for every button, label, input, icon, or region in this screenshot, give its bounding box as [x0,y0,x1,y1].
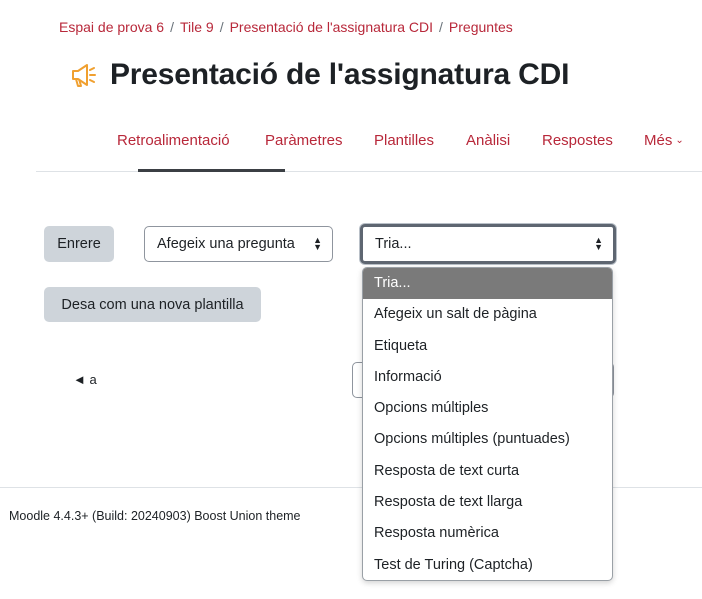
dropdown-option[interactable]: Resposta de text llarga [363,487,612,518]
dropdown-option[interactable]: Resposta de text curta [363,456,612,487]
dropdown-option[interactable]: Afegeix un salt de pàgina [363,299,612,330]
save-as-template-button[interactable]: Desa com una nova plantilla [44,287,261,322]
question-type-select[interactable]: Tria... ▲ ▼ [360,224,616,264]
active-tab-indicator [138,169,285,172]
chevron-down-icon: ⌄ [675,135,684,146]
breadcrumb-item-section[interactable]: Tile 9 [180,19,214,35]
tab-responses[interactable]: Respostes [542,132,613,149]
page-title: Presentació de l'assignatura CDI [110,58,570,91]
page: Espai de prova 6 / Tile 9 / Presentació de l… [0,0,702,599]
breadcrumb-separator: / [219,19,224,35]
question-type-select-value: Tria... [375,236,412,252]
add-question-select[interactable]: Afegeix una pregunta ▲ ▼ [144,226,333,262]
breadcrumb-separator: / [170,19,174,35]
breadcrumb: Espai de prova 6 / Tile 9 / Presentació de l… [59,19,513,35]
dropdown-option[interactable]: Resposta numèrica [363,518,612,549]
add-question-select-value: Afegeix una pregunta [157,236,295,252]
tab-more[interactable]: Més ⌄ [644,132,684,149]
breadcrumb-item-questions[interactable]: Preguntes [449,19,513,35]
page-header: Presentació de l'assignatura CDI [70,58,569,92]
breadcrumb-item-activity[interactable]: Presentació de l'assignatura CDI [230,19,433,35]
breadcrumb-separator: / [439,19,443,35]
dropdown-option[interactable]: Tria... [363,268,612,300]
secondary-navigation: Retroalimentació Paràmetres Plantilles A… [36,124,702,172]
dropdown-option[interactable]: Opcions múltiples [363,393,612,424]
tab-feedback[interactable]: Retroalimentació [117,132,230,149]
previous-page-link[interactable]: ◄ a [73,372,97,387]
dropdown-option[interactable]: Etiqueta [363,331,612,362]
megaphone-icon [70,60,100,90]
dropdown-option[interactable]: Opcions múltiples (puntuades) [363,424,612,455]
back-button[interactable]: Enrere [44,226,114,262]
tab-more-label: Més [644,132,673,149]
select-arrows-icon: ▲ ▼ [594,235,603,252]
select-arrows-icon: ▲ ▼ [313,235,322,252]
question-type-dropdown: Tria... Afegeix un salt de pàgina Etique… [362,267,613,581]
breadcrumb-item-course[interactable]: Espai de prova 6 [59,19,164,35]
tab-settings[interactable]: Paràmetres [265,132,343,149]
footer-text: Moodle 4.4.3+ (Build: 20240903) Boost Un… [9,509,301,523]
dropdown-option[interactable]: Informació [363,362,612,393]
tab-templates[interactable]: Plantilles [374,132,434,149]
tab-analysis[interactable]: Anàlisi [466,132,510,149]
dropdown-option[interactable]: Test de Turing (Captcha) [363,550,612,580]
